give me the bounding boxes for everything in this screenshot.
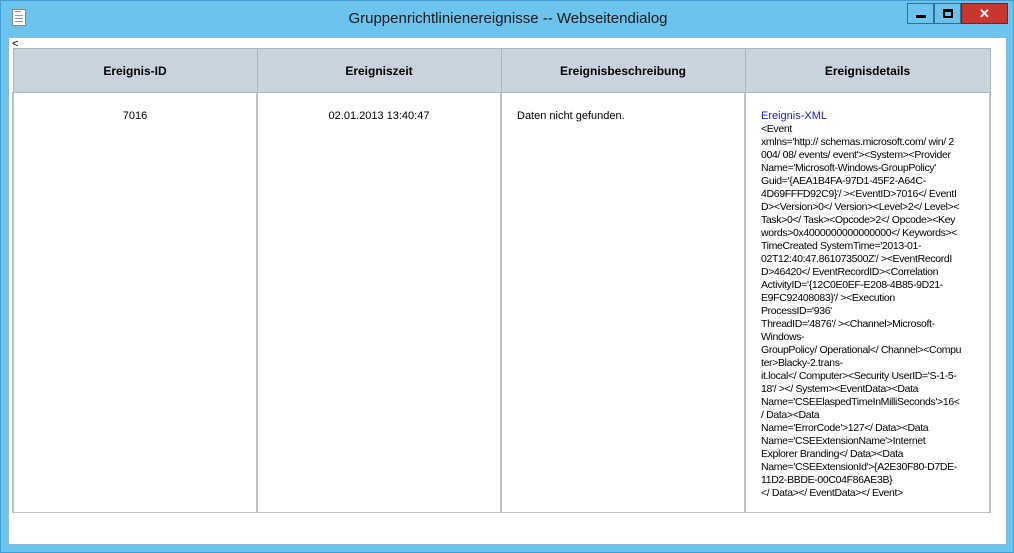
maximize-button[interactable] bbox=[934, 3, 961, 24]
events-table: Ereignis-ID Ereigniszeit Ereignisbeschre… bbox=[12, 48, 991, 513]
header-event-time[interactable]: Ereigniszeit bbox=[256, 48, 502, 93]
event-xml-link[interactable]: Ereignis-XML bbox=[761, 110, 977, 122]
header-event-description[interactable]: Ereignisbeschreibung bbox=[500, 48, 746, 93]
title-bar[interactable]: Gruppenrichtlinienereignisse -- Webseite… bbox=[1, 1, 1013, 37]
dialog-content: < Ereignis-ID Ereigniszeit Ereignisbesch… bbox=[8, 37, 1007, 545]
table-row: 7016 02.01.2013 13:40:47 Daten nicht gef… bbox=[12, 92, 991, 513]
dialog-window: Gruppenrichtlinienereignisse -- Webseite… bbox=[0, 0, 1014, 553]
maximize-icon bbox=[942, 9, 953, 18]
minimize-button[interactable] bbox=[907, 3, 934, 24]
cell-event-description: Daten nicht gefunden. bbox=[500, 92, 746, 513]
event-xml-text: <Event xmlns='http:// schemas.microsoft.… bbox=[761, 123, 962, 499]
close-icon: ✕ bbox=[979, 6, 990, 21]
cell-event-time: 02.01.2013 13:40:47 bbox=[256, 92, 502, 513]
close-button[interactable]: ✕ bbox=[961, 3, 1008, 24]
cell-event-id: 7016 bbox=[12, 92, 258, 513]
header-event-id[interactable]: Ereignis-ID bbox=[12, 48, 258, 93]
table-header-row: Ereignis-ID Ereigniszeit Ereignisbeschre… bbox=[12, 48, 991, 93]
cell-event-details: Ereignis-XML <Event xmlns='http:// schem… bbox=[744, 92, 991, 513]
window-title: Gruppenrichtlinienereignisse -- Webseite… bbox=[348, 10, 668, 27]
minimize-icon bbox=[915, 15, 926, 18]
header-event-details[interactable]: Ereignisdetails bbox=[744, 48, 991, 93]
